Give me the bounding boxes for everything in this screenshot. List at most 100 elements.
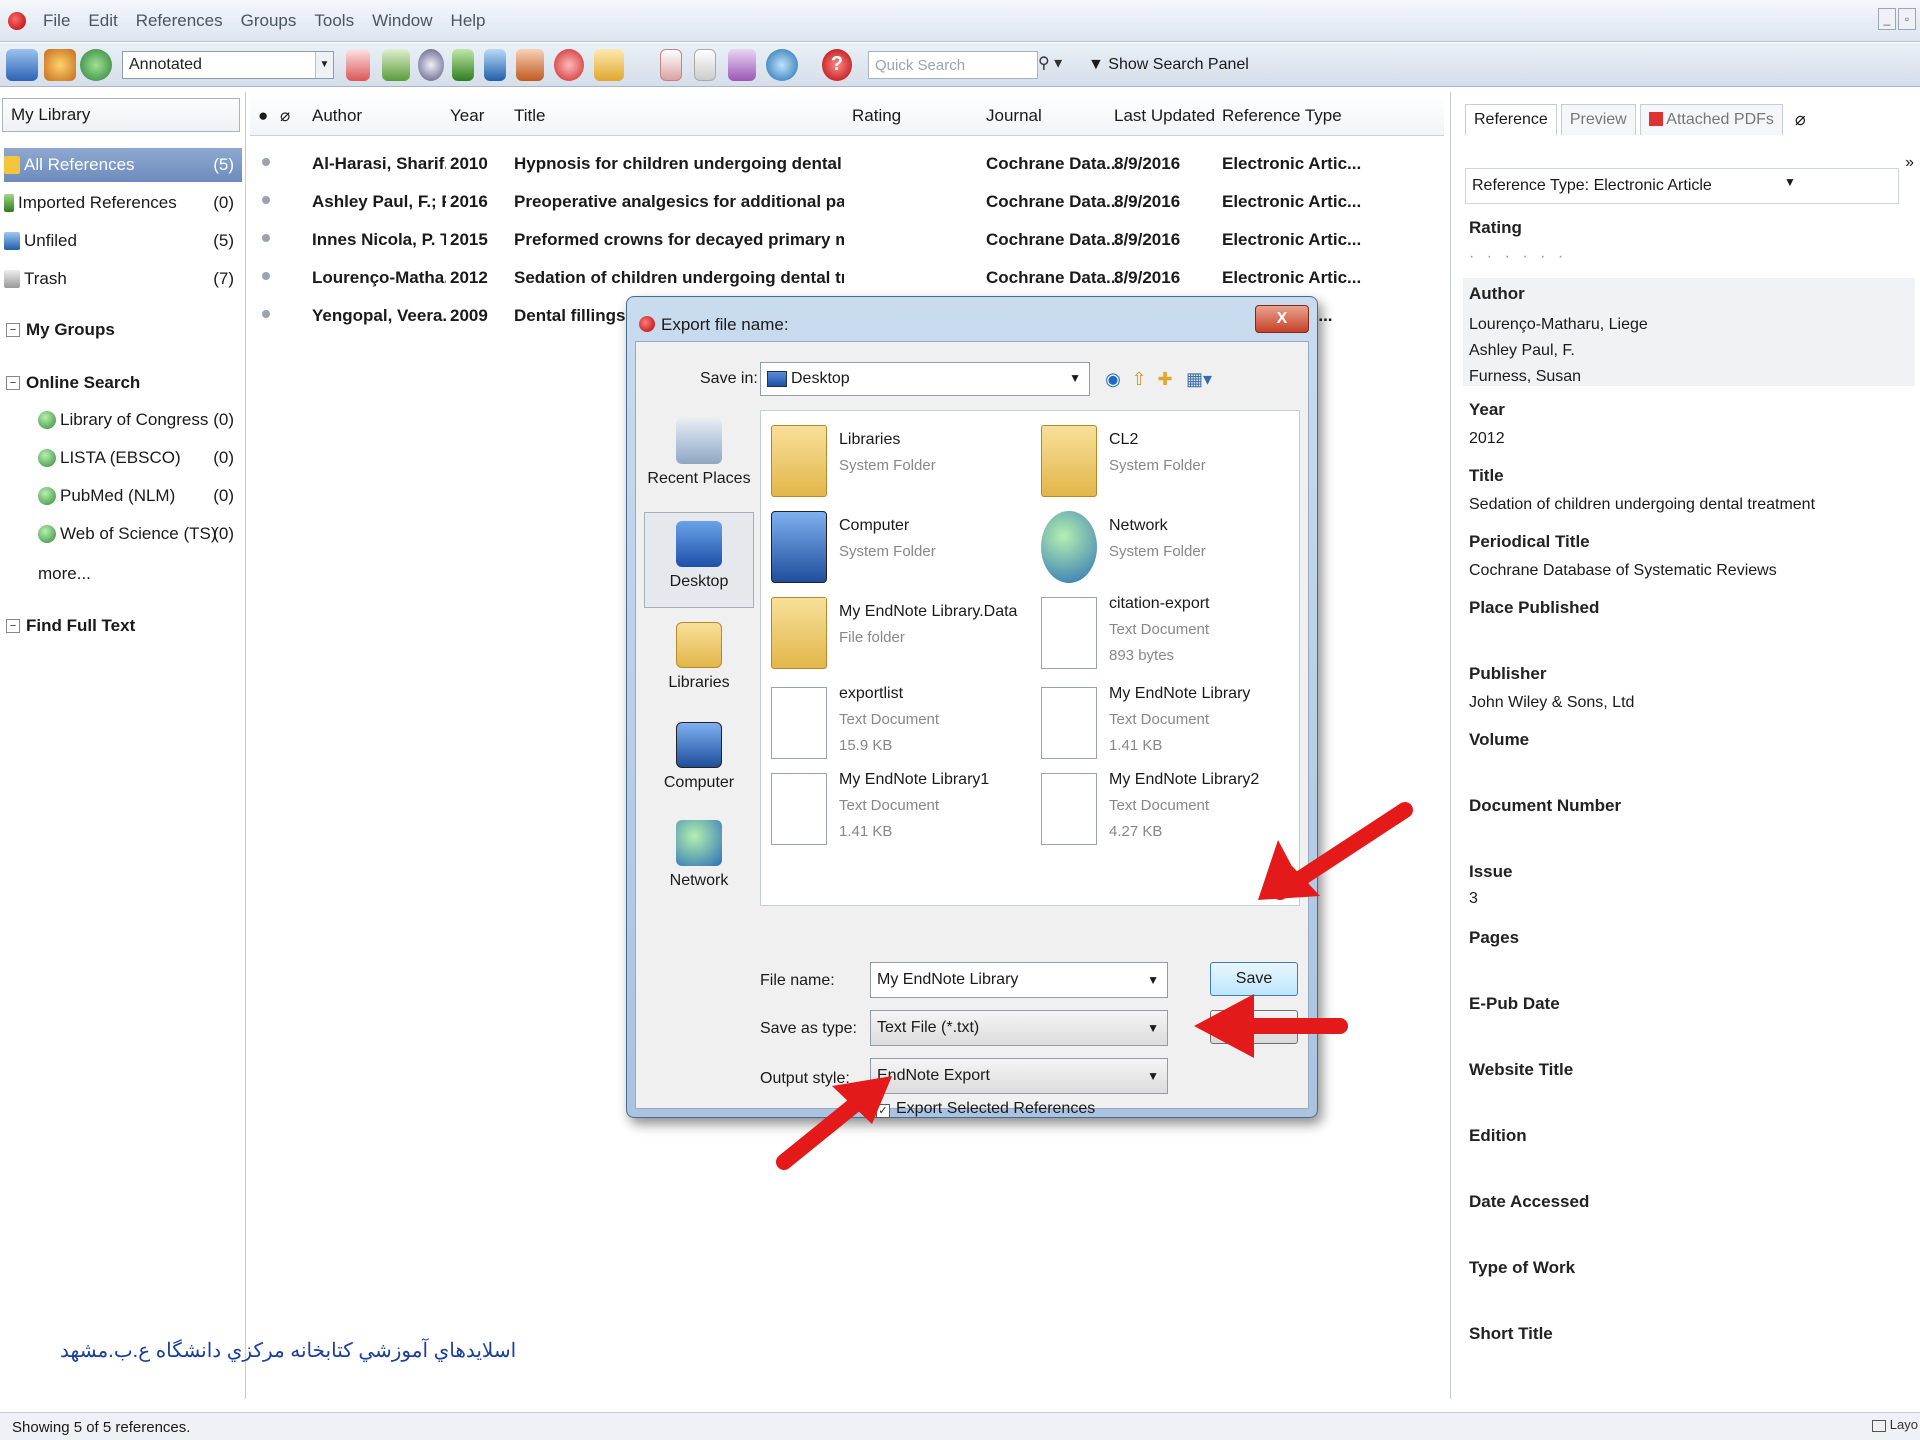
file-item[interactable]: Computer System Folder (767, 507, 1027, 587)
paperclip-icon[interactable]: ⌀ (1795, 109, 1806, 130)
field-value-periodical-title[interactable]: Cochrane Database of Systematic Reviews (1469, 562, 1777, 580)
menu-references[interactable]: References (127, 11, 232, 31)
copy-formatted-icon[interactable] (346, 49, 370, 81)
show-search-panel-button[interactable]: ▼ Show Search Panel (1088, 56, 1249, 74)
field-value-title[interactable]: Sedation of children undergoing dental t… (1469, 496, 1815, 514)
integrated-library-mode-icon[interactable] (80, 49, 112, 81)
restore-icon[interactable]: ▫ (1898, 8, 1916, 30)
quick-search-input[interactable]: Quick Search (868, 51, 1038, 79)
online-web-of-science[interactable]: Web of Science (TS) (0) (38, 524, 238, 544)
library-header[interactable]: My Library (2, 98, 240, 132)
online-more-link[interactable]: more... (38, 564, 238, 584)
online-globe-icon[interactable] (554, 49, 584, 81)
column-header-reference-type[interactable]: Reference Type (1222, 92, 1342, 130)
save-in-select[interactable]: Desktop ▼ (760, 362, 1090, 396)
new-reference-icon[interactable] (382, 49, 410, 81)
back-icon[interactable]: ◉ (1102, 368, 1124, 390)
insert-citation-icon[interactable] (660, 49, 682, 81)
online-library-of-congress[interactable]: Library of Congress (0) (38, 410, 238, 430)
group-unfiled[interactable]: Unfiled (5) (4, 224, 242, 258)
file-item[interactable]: My EndNote Library Text Document 1.41 KB (1037, 683, 1297, 763)
menu-file[interactable]: File (34, 11, 79, 31)
my-groups-section[interactable]: − My Groups (6, 320, 115, 340)
menu-window[interactable]: Window (363, 11, 441, 31)
table-row[interactable]: Innes Nicola, P. T... 2015 Preformed cro… (250, 220, 1444, 258)
format-bibliography-icon[interactable] (694, 49, 716, 81)
online-search-mode-icon[interactable] (44, 49, 76, 81)
help-icon[interactable]: ? (822, 49, 852, 81)
close-button[interactable]: X (1255, 305, 1309, 333)
file-name-input[interactable]: My EndNote Library ▼ (870, 962, 1168, 998)
place-desktop[interactable]: Desktop (644, 512, 754, 608)
online-pubmed[interactable]: PubMed (NLM) (0) (38, 486, 238, 506)
file-item[interactable]: citation-export Text Document 893 bytes (1037, 593, 1297, 673)
file-item[interactable]: Libraries System Folder (767, 421, 1027, 501)
column-header-last-updated[interactable]: Last Updated (1114, 92, 1215, 130)
tab-reference[interactable]: Reference (1465, 103, 1557, 135)
tab-preview[interactable]: Preview (1560, 103, 1636, 135)
file-item[interactable]: Network System Folder (1037, 507, 1297, 587)
annotation-arrow-save (1258, 802, 1413, 900)
group-imported-references[interactable]: Imported References (0) (4, 186, 242, 220)
table-row[interactable]: Al-Harasi, Sharif... 2010 Hypnosis for c… (250, 144, 1444, 182)
group-trash[interactable]: Trash (7) (4, 262, 242, 296)
file-item[interactable]: My EndNote Library.Data File folder (767, 593, 1027, 673)
field-value-year[interactable]: 2012 (1469, 430, 1505, 448)
place-recent-places[interactable]: Recent Places (644, 410, 754, 506)
menu-tools[interactable]: Tools (305, 11, 363, 31)
export-selected-label: Export Selected References (896, 1100, 1096, 1117)
sync-icon[interactable] (766, 49, 798, 81)
column-header-title[interactable]: Title (514, 92, 546, 130)
find-full-text-icon[interactable] (418, 49, 444, 81)
new-folder-icon[interactable]: ✚ (1154, 368, 1176, 390)
open-file-icon[interactable] (594, 49, 624, 81)
online-search-section[interactable]: − Online Search (6, 373, 140, 393)
file-item[interactable]: My EndNote Library1 Text Document 1.41 K… (767, 769, 1027, 849)
reference-type-select[interactable]: Reference Type: Electronic Article ▼ (1465, 168, 1899, 204)
local-library-mode-icon[interactable] (6, 49, 38, 81)
field-value-issue[interactable]: 3 (1469, 890, 1478, 908)
annotation-arrow-output-style (1194, 994, 1348, 1058)
expand-icon[interactable]: » (1905, 154, 1914, 172)
output-style-dropdown[interactable]: EndNote Export ▼ (870, 1058, 1168, 1094)
tab-attached-pdfs[interactable]: Attached PDFs (1639, 103, 1783, 135)
file-item[interactable]: exportlist Text Document 15.9 KB (767, 683, 1027, 763)
collapse-icon[interactable]: − (6, 323, 20, 337)
view-menu-icon[interactable]: ▦▾ (1182, 368, 1216, 390)
menu-groups[interactable]: Groups (232, 11, 306, 31)
search-icon[interactable]: ⚲ ▾ (1038, 53, 1070, 77)
open-link-icon[interactable] (516, 49, 544, 81)
place-network[interactable]: Network (644, 812, 754, 908)
save-as-type-select[interactable]: Text File (*.txt) ▼ (870, 1010, 1168, 1046)
table-row[interactable]: Lourenço-Matha... 2012 Sedation of child… (250, 258, 1444, 296)
column-header-year[interactable]: Year (450, 92, 484, 130)
output-style-select[interactable]: Annotated ▼ (122, 51, 334, 79)
place-computer[interactable]: Computer (644, 714, 754, 810)
collapse-icon[interactable]: − (6, 376, 20, 390)
attachment-column-icon[interactable]: ⌀ (280, 92, 290, 130)
file-item[interactable]: CL2 System Folder (1037, 421, 1297, 501)
export-icon[interactable] (484, 49, 506, 81)
minimize-icon[interactable]: _ (1878, 8, 1896, 30)
rating-stars[interactable]: · · · · · · (1469, 248, 1567, 266)
column-header-rating[interactable]: Rating (852, 92, 901, 130)
group-all-references[interactable]: All References (5) (4, 148, 242, 182)
field-value-publisher[interactable]: John Wiley & Sons, Ltd (1469, 694, 1634, 712)
place-libraries[interactable]: Libraries (644, 614, 754, 710)
import-icon[interactable] (452, 49, 474, 81)
field-value-author[interactable]: Lourenço-Matharu, Liege Ashley Paul, F. … (1469, 312, 1648, 390)
online-lista-ebsco[interactable]: LISTA (EBSCO) (0) (38, 448, 238, 468)
menu-help[interactable]: Help (442, 11, 495, 31)
read-status-column-icon[interactable]: ● (258, 92, 268, 130)
table-row[interactable]: Ashley Paul, F.; P... 2016 Preoperative … (250, 182, 1444, 220)
layout-icon (1872, 1419, 1887, 1432)
field-label-edition: Edition (1469, 1126, 1527, 1145)
column-header-author[interactable]: Author (312, 92, 362, 130)
menu-edit[interactable]: Edit (79, 11, 126, 31)
layout-button[interactable]: Layo (1872, 1417, 1918, 1432)
return-to-word-icon[interactable] (728, 49, 756, 81)
up-folder-icon[interactable]: ⇧ (1128, 368, 1150, 390)
column-header-journal[interactable]: Journal (986, 92, 1042, 130)
collapse-icon[interactable]: − (6, 619, 20, 633)
find-full-text-section[interactable]: − Find Full Text (6, 616, 135, 636)
